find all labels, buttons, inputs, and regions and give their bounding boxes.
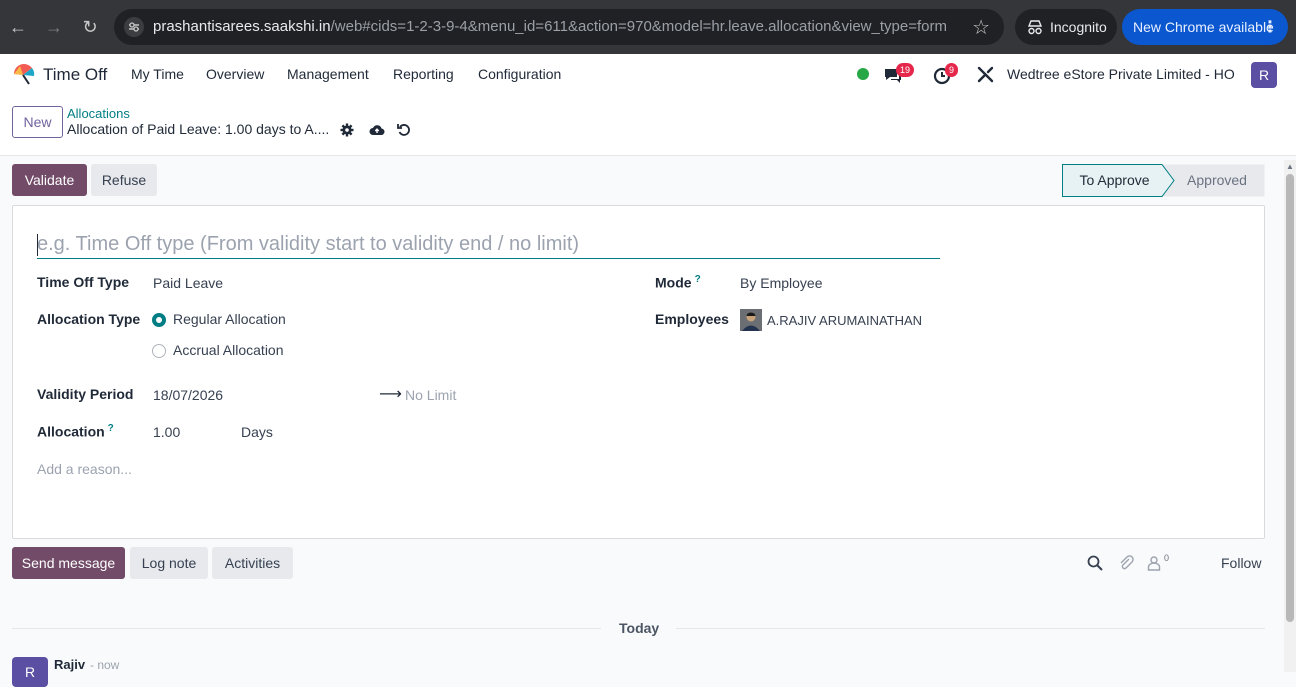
paperclip-icon[interactable] (1118, 555, 1134, 571)
mode-label: Mode? (655, 274, 701, 291)
url-path: /web#cids=1-2-3-9-4&menu_id=611&action=9… (330, 18, 947, 35)
send-message-button[interactable]: Send message (12, 547, 125, 579)
bookmark-star-icon[interactable]: ☆ (972, 15, 990, 40)
employee-avatar (740, 309, 762, 331)
company-switcher[interactable]: Wedtree eStore Private Limited - HO (1007, 66, 1235, 82)
update-chrome-label: New Chrome available (1133, 19, 1274, 35)
employees-label: Employees (655, 311, 729, 327)
forward-icon[interactable]: → (42, 15, 66, 39)
validity-end-field[interactable]: No Limit (405, 387, 456, 403)
form-sheet: Time Off Type Paid Leave Allocation Type… (12, 205, 1265, 539)
accrual-allocation-radio[interactable] (152, 344, 166, 358)
control-panel: New Allocations Allocation of Paid Leave… (0, 95, 1296, 156)
time-off-app-icon[interactable] (12, 62, 36, 86)
validity-period-label: Validity Period (37, 386, 134, 402)
allocation-label-text: Allocation (37, 423, 105, 440)
menu-overview[interactable]: Overview (206, 66, 264, 82)
menu-management[interactable]: Management (287, 66, 369, 82)
validity-start-field[interactable]: 18/07/2026 (153, 387, 223, 403)
allocation-name-input[interactable] (37, 230, 940, 259)
validate-button[interactable]: Validate (12, 164, 87, 196)
presence-status-dot (857, 68, 869, 80)
messages-count-badge: 19 (896, 63, 915, 77)
menu-configuration[interactable]: Configuration (478, 66, 561, 82)
scroll-up-arrow-icon[interactable]: ▲ (1286, 162, 1294, 171)
activities-count-badge: 9 (945, 63, 959, 77)
reload-icon[interactable]: ↻ (78, 15, 102, 39)
breadcrumb-current-record: Allocation of Paid Leave: 1.00 days to A… (67, 121, 330, 137)
followers-icon[interactable] (1146, 555, 1162, 571)
main-navbar: Time Off My Time Overview Management Rep… (0, 54, 1296, 95)
allocation-label: Allocation? (37, 423, 114, 440)
mode-label-text: Mode (655, 274, 692, 291)
regular-allocation-label[interactable]: Regular Allocation (173, 311, 286, 327)
url-text: prashantisarees.saakshi.in/web#cids=1-2-… (153, 18, 947, 35)
regular-allocation-radio[interactable] (152, 313, 166, 327)
update-chrome-button[interactable]: New Chrome available ⋮ (1122, 9, 1288, 45)
address-bar[interactable]: prashantisarees.saakshi.in/web#cids=1-2-… (114, 9, 1004, 45)
menu-reporting[interactable]: Reporting (393, 66, 454, 82)
status-approved[interactable]: Approved (1172, 164, 1262, 197)
url-host: prashantisarees.saakshi.in (153, 18, 331, 35)
mode-field[interactable]: By Employee (740, 275, 822, 291)
accrual-allocation-label[interactable]: Accrual Allocation (173, 342, 284, 358)
activities-button[interactable]: Activities (212, 547, 293, 579)
mode-help-icon[interactable]: ? (695, 274, 701, 285)
status-to-approve[interactable]: To Approve (1062, 164, 1167, 197)
message-author-avatar: R (12, 657, 48, 687)
date-divider-right (676, 628, 1265, 629)
date-divider-left (12, 628, 601, 629)
incognito-label: Incognito (1050, 19, 1107, 35)
user-avatar[interactable]: R (1251, 62, 1277, 88)
message-time: - now (90, 658, 120, 672)
arrow-right-icon: ⟶ (379, 386, 402, 403)
app-name[interactable]: Time Off (43, 65, 107, 85)
gear-icon[interactable] (339, 122, 355, 138)
discard-undo-icon[interactable] (396, 122, 412, 138)
employee-tag[interactable]: A.RAJIV ARUMAINATHAN (767, 313, 922, 328)
time-off-type-field[interactable]: Paid Leave (153, 275, 223, 291)
search-icon[interactable] (1087, 555, 1103, 571)
log-note-button[interactable]: Log note (130, 547, 208, 579)
date-separator: Today (619, 620, 660, 636)
back-icon[interactable]: ← (6, 15, 30, 39)
debug-tools-icon[interactable] (975, 64, 997, 86)
menu-my-time[interactable]: My Time (131, 66, 184, 82)
scrollbar-thumb[interactable] (1286, 174, 1294, 622)
incognito-icon (1027, 20, 1043, 35)
text-cursor (37, 234, 38, 256)
breadcrumb-allocations[interactable]: Allocations (67, 106, 130, 121)
browser-toolbar: ← → ↻ prashantisarees.saakshi.in/web#cid… (0, 0, 1296, 54)
new-button[interactable]: New (12, 106, 63, 138)
allocation-type-label: Allocation Type (37, 311, 141, 327)
page-scrollbar[interactable]: ▲ (1284, 160, 1296, 672)
allocation-help-icon[interactable]: ? (108, 423, 114, 434)
more-vertical-icon[interactable]: ⋮ (1262, 17, 1278, 37)
incognito-indicator[interactable]: Incognito (1015, 9, 1117, 45)
allocation-days-field[interactable]: 1.00 (153, 424, 180, 440)
site-settings-icon[interactable] (124, 17, 144, 37)
reason-field[interactable]: Add a reason... (37, 461, 132, 477)
followers-count: 0 (1164, 553, 1170, 563)
follow-button[interactable]: Follow (1221, 555, 1261, 571)
time-off-type-label: Time Off Type (37, 274, 130, 290)
allocation-unit: Days (241, 424, 273, 440)
save-cloud-icon[interactable] (369, 122, 385, 138)
message-author[interactable]: Rajiv (54, 657, 85, 672)
refuse-button[interactable]: Refuse (91, 164, 157, 196)
